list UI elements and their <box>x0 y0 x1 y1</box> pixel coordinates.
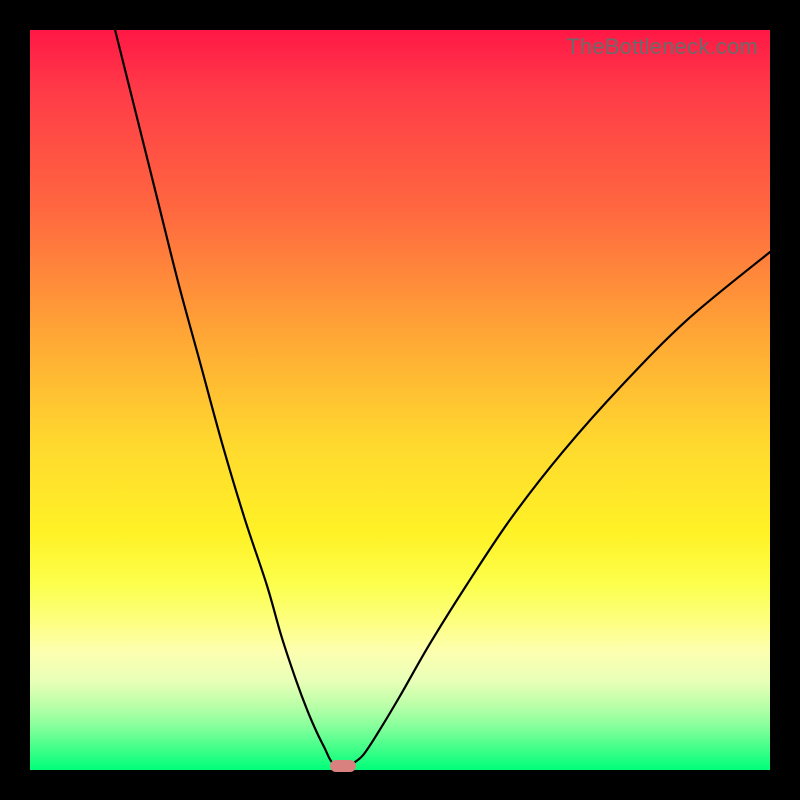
plot-area: TheBottleneck.com <box>30 30 770 770</box>
curve-right <box>352 252 770 764</box>
curve-svg <box>30 30 770 770</box>
curve-left <box>115 30 333 764</box>
chart-frame: TheBottleneck.com <box>0 0 800 800</box>
bottleneck-marker <box>330 760 356 772</box>
